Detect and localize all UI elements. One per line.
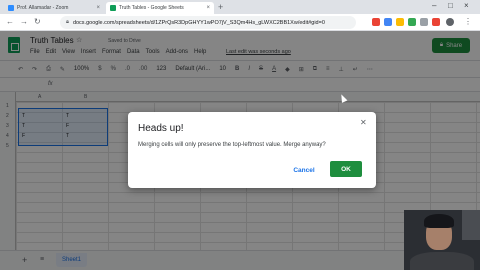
tab-title: Prof. Allamadar - Zoom — [17, 5, 69, 11]
close-tab-icon[interactable]: × — [206, 5, 210, 11]
extension-icon[interactable] — [396, 18, 404, 26]
minimize-icon[interactable]: – — [432, 1, 436, 10]
browser-tab-strip: Prof. Allamadar - Zoom × Truth Tables - … — [0, 0, 480, 14]
dialog-title: Heads up! — [138, 123, 184, 134]
cancel-button[interactable]: Cancel — [286, 163, 322, 177]
sheets-favicon-icon — [110, 5, 116, 11]
forward-icon[interactable]: → — [20, 17, 28, 26]
profile-avatar-icon[interactable] — [446, 18, 454, 26]
dialog-message: Merging cells will only preserve the top… — [138, 142, 326, 148]
merge-warning-dialog: Heads up! ✕ Merging cells will only pres… — [128, 112, 376, 188]
zoom-favicon-icon — [8, 5, 14, 11]
extension-icon[interactable] — [420, 18, 428, 26]
maximize-icon[interactable]: □ — [448, 1, 453, 10]
person-hair — [424, 214, 454, 228]
webcam-overlay — [404, 210, 480, 270]
ok-button[interactable]: OK — [330, 161, 362, 177]
back-icon[interactable]: ← — [6, 17, 14, 26]
address-bar-row: ← → ↻ 🔒︎ docs.google.com/spreadsheets/d/… — [0, 14, 480, 31]
person-shoulders — [410, 252, 474, 270]
more-menu-icon[interactable]: ⋮ — [464, 17, 472, 26]
close-tab-icon[interactable]: × — [96, 5, 100, 11]
tab-title: Truth Tables - Google Sheets — [119, 5, 184, 11]
close-icon[interactable]: ✕ — [360, 118, 367, 127]
extension-icon[interactable] — [432, 18, 440, 26]
tab-zoom[interactable]: Prof. Allamadar - Zoom × — [4, 2, 104, 14]
extension-icon[interactable] — [408, 18, 416, 26]
reload-icon[interactable]: ↻ — [34, 17, 41, 26]
url-text: docs.google.com/spreadsheets/d/1ZPrQsR3D… — [72, 19, 325, 26]
extension-icon[interactable] — [372, 18, 380, 26]
extension-icon[interactable] — [384, 18, 392, 26]
background-light — [462, 210, 480, 240]
tab-google-sheets[interactable]: Truth Tables - Google Sheets × — [106, 2, 214, 14]
close-window-icon[interactable]: × — [464, 1, 469, 10]
new-tab-icon[interactable]: + — [218, 2, 223, 12]
lock-icon: 🔒︎ — [66, 19, 69, 25]
url-input[interactable]: 🔒︎ docs.google.com/spreadsheets/d/1ZPrQs… — [60, 16, 356, 29]
